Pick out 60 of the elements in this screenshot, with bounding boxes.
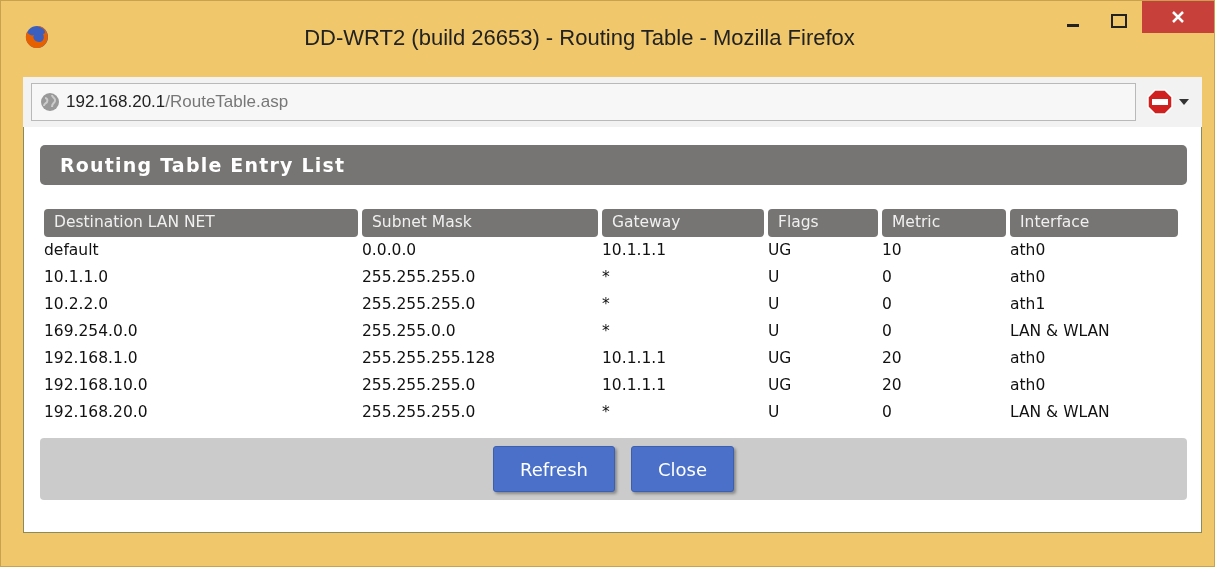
table-cell-text: *: [602, 320, 610, 342]
column-header: Interface: [1010, 209, 1178, 237]
table-cell-text: ath0: [1010, 239, 1046, 261]
column-header: Subnet Mask: [362, 209, 598, 237]
table-cell-text: ath0: [1010, 266, 1046, 288]
table-cell-text: 10.1.1.1: [602, 374, 667, 396]
table-cell-text: *: [602, 401, 610, 423]
table-cell-text: *: [602, 266, 610, 288]
table-cell-text: 255.255.255.0: [362, 266, 476, 288]
table-cell-text: 10.1.1.1: [602, 239, 667, 261]
column-header: Destination LAN NET: [44, 209, 358, 237]
table-cell-text: UG: [768, 239, 792, 261]
column-header: Metric: [882, 209, 1006, 237]
table-cell-text: 0: [882, 401, 892, 423]
table-cell-text: 255.255.0.0: [362, 320, 456, 342]
window-title: DD-WRT2 (build 26653) - Routing Table - Mozilla Firefox: [303, 23, 856, 52]
table-cell-text: 255.255.255.0: [362, 293, 476, 315]
close-icon: [1171, 10, 1185, 24]
table-cell-text: LAN & WLAN: [1010, 320, 1110, 342]
address-field[interactable]: 192.168.20.1/RouteTable.asp: [31, 83, 1136, 121]
table-cell-text: 0.0.0.0: [362, 239, 417, 261]
table-cell-text: ath0: [1010, 374, 1046, 396]
table-cell-text: U: [768, 320, 780, 342]
table-cell-text: 0: [882, 293, 892, 315]
section-heading: Routing Table Entry List: [40, 145, 1187, 185]
table-cell-text: 192.168.10.0: [44, 374, 148, 396]
table-cell-text: 10.1.1.1: [602, 347, 667, 369]
table-cell-text: 10.1.1.0: [44, 266, 109, 288]
table-cell-text: 10.2.2.0: [44, 293, 109, 315]
table-cell-text: 255.255.255.0: [362, 401, 476, 423]
column-header: Gateway: [602, 209, 764, 237]
table-cell-text: *: [602, 293, 610, 315]
adblock-icon[interactable]: [1146, 87, 1192, 117]
table-cell-text: ath1: [1010, 293, 1046, 315]
table-cell-text: UG: [768, 347, 792, 369]
table-cell-text: 0: [882, 266, 892, 288]
table-cell-text: 192.168.1.0: [44, 347, 138, 369]
table-cell-text: 192.168.20.0: [44, 401, 148, 423]
table-cell-text: 20: [882, 347, 902, 369]
table-cell-text: 10: [882, 239, 902, 261]
table-cell-text: U: [768, 401, 780, 423]
table-cell-text: U: [768, 266, 780, 288]
table-cell-text: ath0: [1010, 347, 1046, 369]
close-button[interactable]: [1142, 1, 1214, 33]
dialog-button[interactable]: Refresh: [493, 446, 615, 492]
globe-icon: [40, 92, 60, 112]
maximize-icon: [1111, 14, 1127, 28]
dialog-button[interactable]: Close: [630, 446, 734, 492]
column-header: Flags: [768, 209, 878, 237]
table-cell-text: 255.255.255.128: [362, 347, 496, 369]
browser-logo-icon: [25, 25, 49, 49]
table-cell-text: U: [768, 293, 780, 315]
table-cell-text: 20: [882, 374, 902, 396]
table-cell-text: default: [44, 239, 99, 261]
table-cell-text: 0: [882, 320, 892, 342]
table-cell-text: UG: [768, 374, 792, 396]
table-cell-text: 255.255.255.0: [362, 374, 476, 396]
minimize-icon: [1067, 23, 1079, 27]
table-cell-text: LAN & WLAN: [1010, 401, 1110, 423]
table-cell-text: 169.254.0.0: [44, 320, 138, 342]
